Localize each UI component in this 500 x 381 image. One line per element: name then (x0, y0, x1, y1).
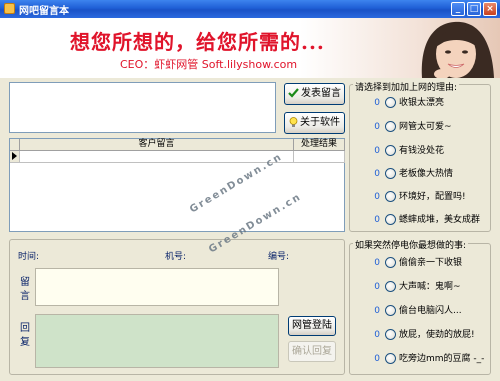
poweroff-count: 0 (374, 282, 380, 292)
confirm-reply-button[interactable]: 确认回复 (288, 341, 336, 362)
reason-count: 0 (374, 146, 380, 156)
reason-count: 0 (374, 215, 380, 225)
reason-label[interactable]: 老板像大热情 (399, 167, 453, 181)
radio-button[interactable] (385, 281, 396, 292)
checkmark-icon (288, 88, 299, 98)
grid-header-result[interactable]: 处理结果 (294, 139, 345, 151)
reply-label-char-1: 回 (20, 323, 30, 334)
radio-button[interactable] (385, 353, 396, 364)
radio-button[interactable] (385, 257, 396, 268)
radio-button[interactable] (385, 305, 396, 316)
reason-label[interactable]: 有钱没处花 (399, 144, 444, 158)
poweroff-count: 0 (374, 330, 380, 340)
reasons-title: 请选择到加加上网的理由: (353, 80, 460, 93)
reason-label[interactable]: 收银太漂亮 (399, 96, 444, 110)
radio-button[interactable] (385, 97, 396, 108)
app-icon (4, 3, 15, 14)
banner: 想您所想的，给您所需的... CEO：虾虾网管 Soft.lilyshow.co… (0, 18, 500, 78)
reason-label[interactable]: 蟋蟀成堆，美女成群 (399, 213, 480, 227)
message-label-char-1: 留 (20, 277, 30, 288)
poweroff-label[interactable]: 偷台电脑闪人... (399, 304, 462, 318)
reply-label-char-2: 复 (20, 337, 30, 348)
row-selector[interactable] (10, 151, 20, 163)
reason-label[interactable]: 环境好，配置吗! (399, 190, 466, 204)
grid-cell-message[interactable] (20, 151, 294, 163)
title-bar[interactable]: 网吧留言本 _ □ × (0, 0, 500, 18)
reason-label[interactable]: 网管太可爱~ (399, 120, 452, 134)
reply-input[interactable] (35, 314, 279, 368)
about-label: 关于软件 (300, 117, 340, 128)
reason-count: 0 (374, 98, 380, 108)
reply-side-label: 回 复 (19, 322, 31, 350)
poweroff-count: 0 (374, 306, 380, 316)
banner-subline: CEO：虾虾网管 Soft.lilyshow.com (120, 58, 298, 71)
radio-button[interactable] (385, 121, 396, 132)
publish-label: 发表留言 (301, 88, 341, 99)
radio-button[interactable] (385, 329, 396, 340)
app-window: 网吧留言本 _ □ × 想您所想的，给您所需的... CEO：虾虾网管 Soft… (0, 0, 500, 381)
poweroff-count: 0 (374, 258, 380, 268)
radio-button[interactable] (385, 191, 396, 202)
poweroff-label[interactable]: 吃旁边mm的豆腐 -_- (399, 352, 484, 366)
grid-header-message[interactable]: 客户留言 (20, 139, 294, 151)
grid-cell-result[interactable] (294, 151, 345, 163)
poweroff-label[interactable]: 放屁，使劲的放屁! (399, 328, 475, 342)
message-display[interactable] (35, 268, 279, 306)
reason-count: 0 (374, 122, 380, 132)
banner-girl-image (421, 21, 494, 78)
window-title: 网吧留言本 (19, 6, 69, 17)
maximize-button[interactable]: □ (467, 2, 481, 16)
number-label: 编号: (268, 252, 290, 262)
admin-login-button[interactable]: 网管登陆 (288, 316, 336, 336)
about-button[interactable]: 关于软件 (284, 112, 345, 134)
radio-button[interactable] (385, 214, 396, 225)
message-side-label: 留 言 (19, 276, 31, 304)
reason-count: 0 (374, 192, 380, 202)
poweroff-label[interactable]: 偷偷亲一下收银 (399, 256, 462, 270)
grid-corner (10, 139, 20, 151)
lightbulb-icon (289, 116, 298, 127)
time-label: 时间: (18, 252, 40, 262)
reason-count: 0 (374, 169, 380, 179)
machine-label: 机号: (165, 252, 187, 262)
banner-slogan: 想您所想的，给您所需的... (70, 30, 325, 54)
poweroff-title: 如果突然停电你最想做的事: (353, 238, 469, 251)
close-button[interactable]: × (483, 2, 497, 16)
minimize-button[interactable]: _ (451, 2, 465, 16)
poweroff-count: 0 (374, 354, 380, 364)
message-label-char-2: 言 (20, 291, 30, 302)
current-row-arrow-icon (12, 152, 17, 160)
radio-button[interactable] (385, 145, 396, 156)
publish-button[interactable]: 发表留言 (284, 83, 345, 105)
poweroff-label[interactable]: 大声喊：鬼啊~ (399, 280, 461, 294)
message-grid[interactable]: 客户留言 处理结果 (9, 138, 345, 232)
message-input[interactable] (9, 82, 276, 133)
radio-button[interactable] (385, 168, 396, 179)
